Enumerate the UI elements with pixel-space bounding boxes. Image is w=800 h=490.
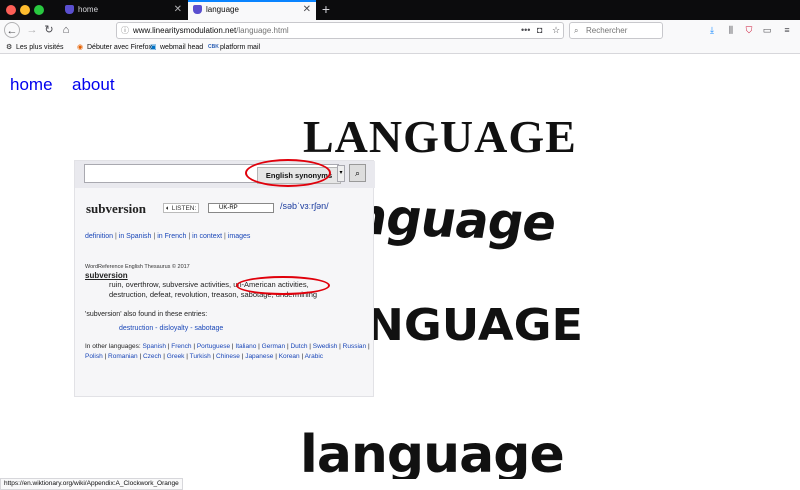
close-tab-icon[interactable]: ✕ xyxy=(174,0,182,20)
close-window-button[interactable] xyxy=(6,5,16,15)
language-link: Turkish xyxy=(189,353,211,360)
url-bar[interactable]: ⓘ www.linearitysmodulation.net/language.… xyxy=(116,22,564,39)
firefox-icon: ◉ xyxy=(77,44,84,51)
listen-label: LISTEN: xyxy=(171,205,197,212)
listen-button: 🔈︎ LISTEN: xyxy=(163,203,200,213)
pocket-icon[interactable]: ◘ xyxy=(537,23,542,38)
forward-arrow-icon[interactable]: → xyxy=(24,22,40,38)
pronunciation: /səbˈvɜːrʃən/ xyxy=(280,201,329,211)
sidebar-icon[interactable]: ▭ xyxy=(760,23,774,37)
gear-icon: ⚙ xyxy=(6,44,13,51)
tab-home[interactable]: home ✕ xyxy=(60,0,187,20)
status-bar: https://en.wiktionary.org/wiki/Appendix:… xyxy=(0,478,183,490)
bookmark-webmail[interactable]: ▣ webmail head xyxy=(150,42,203,53)
annotation-circle xyxy=(236,276,330,295)
tab-language[interactable]: language ✕ xyxy=(188,0,316,20)
link-images: images xyxy=(227,233,251,240)
language-link: Polish xyxy=(85,353,103,360)
language-link: Dutch xyxy=(290,343,308,350)
url-path: /language.html xyxy=(236,26,289,35)
language-link: Spanish xyxy=(142,343,166,350)
search-input[interactable]: ⌕ Rechercher xyxy=(569,22,663,39)
bookmark-platform-mail[interactable]: CBK platform mail xyxy=(208,42,260,53)
link-definition: definition xyxy=(85,233,114,240)
bookmark-getting-started[interactable]: ◉ Débuter avec Firefox xyxy=(77,42,152,53)
bookmark-star-icon[interactable]: ☆ xyxy=(552,23,560,38)
chevron-down-icon: ▾ xyxy=(337,165,345,182)
bookmarks-toolbar: ⚙ Les plus visités ◉ Débuter avec Firefo… xyxy=(0,41,800,54)
bookmark-label: platform mail xyxy=(220,44,261,51)
also-found-entries: destruction - disloyalty - sabotage xyxy=(119,325,224,332)
language-link: Italiano xyxy=(235,343,257,350)
language-link: Romanian xyxy=(108,353,138,360)
language-link: German xyxy=(261,343,286,350)
language-word-bold: language xyxy=(300,425,565,479)
bookmark-most-visited[interactable]: ⚙ Les plus visités xyxy=(6,42,63,53)
reload-icon[interactable]: ↻ xyxy=(41,22,57,38)
dictionary-links: definition | in Spanish | in French | in… xyxy=(85,233,251,240)
page-content: home about LANGUAGE language LANGUAGE la… xyxy=(0,55,800,479)
search-icon: ⌕ xyxy=(574,26,579,35)
site-info-icon[interactable]: ⓘ xyxy=(121,23,129,38)
hamburger-menu-icon[interactable]: ≡ xyxy=(780,23,794,37)
also-found-label: 'subversion' also found in these entries… xyxy=(85,311,208,318)
site-favicon-icon xyxy=(65,5,74,14)
language-link: Portuguese xyxy=(196,343,231,350)
language-link: Swedish xyxy=(312,343,338,350)
shield-extension-icon[interactable]: ⛉ xyxy=(742,23,756,37)
link-context: in context xyxy=(192,233,223,240)
language-link: Chinese xyxy=(216,353,240,360)
close-tab-icon[interactable]: ✕ xyxy=(303,2,311,18)
language-link: Czech xyxy=(142,353,162,360)
accent-select: UK-RP xyxy=(208,203,274,213)
language-link: French xyxy=(171,343,192,350)
other-languages: In other languages: Spanish | French | P… xyxy=(85,342,370,362)
nav-link-home[interactable]: home xyxy=(10,75,53,95)
other-languages-label: In other languages: xyxy=(85,343,141,350)
headword: subversion xyxy=(86,201,146,216)
language-link: Greek xyxy=(166,353,185,360)
cbk-icon: CBK xyxy=(208,44,219,50)
nav-link-about[interactable]: about xyxy=(72,75,115,95)
site-favicon-icon xyxy=(193,5,202,14)
language-link: Korean xyxy=(278,353,300,360)
language-link: Arabic xyxy=(304,353,324,360)
bookmark-label: Les plus visités xyxy=(16,44,64,51)
language-word-serif: LANGUAGE xyxy=(303,111,577,162)
link-spanish: in Spanish xyxy=(118,233,152,240)
minimize-window-button[interactable] xyxy=(20,5,30,15)
new-tab-button[interactable]: + xyxy=(318,0,334,20)
link-french: in French xyxy=(157,233,187,240)
back-arrow-icon[interactable]: ← xyxy=(4,22,20,38)
speaker-icon: 🔈︎ xyxy=(166,205,170,212)
url-domain: www.linearitysmodulation.net xyxy=(133,26,237,35)
library-icon[interactable]: ⫼ xyxy=(724,23,738,37)
search-icon: ⌕ xyxy=(349,164,366,182)
tab-title: language xyxy=(206,5,239,14)
synonyms-line: destruction, defeat, revolution, treason… xyxy=(109,290,318,299)
copyright-note: WordReference English Thesaurus © 2017 xyxy=(85,264,190,270)
maximize-window-button[interactable] xyxy=(34,5,44,15)
bookmark-label: Débuter avec Firefox xyxy=(87,44,152,51)
home-icon[interactable]: ⌂ xyxy=(58,22,74,38)
tab-title: home xyxy=(78,5,99,14)
bookmark-label: webmail head xyxy=(160,44,204,51)
tab-bar: home ✕ language ✕ + xyxy=(0,0,800,20)
dictionary-screenshot: English synonyms ▾ ⌕ subversion 🔈︎ LISTE… xyxy=(74,159,375,397)
language-link: Japanese xyxy=(245,353,274,360)
navigation-toolbar: ← → ↻ ⌂ ⓘ www.linearitysmodulation.net/l… xyxy=(0,20,800,41)
language-link: Russian xyxy=(342,343,367,350)
search-placeholder: Rechercher xyxy=(586,26,628,35)
entry-title: subversion xyxy=(85,271,128,280)
downloads-icon[interactable]: ⤓ xyxy=(705,23,719,37)
mail-icon: ▣ xyxy=(150,44,157,51)
annotation-circle xyxy=(245,159,331,187)
page-actions-icon[interactable]: ••• xyxy=(521,23,530,38)
